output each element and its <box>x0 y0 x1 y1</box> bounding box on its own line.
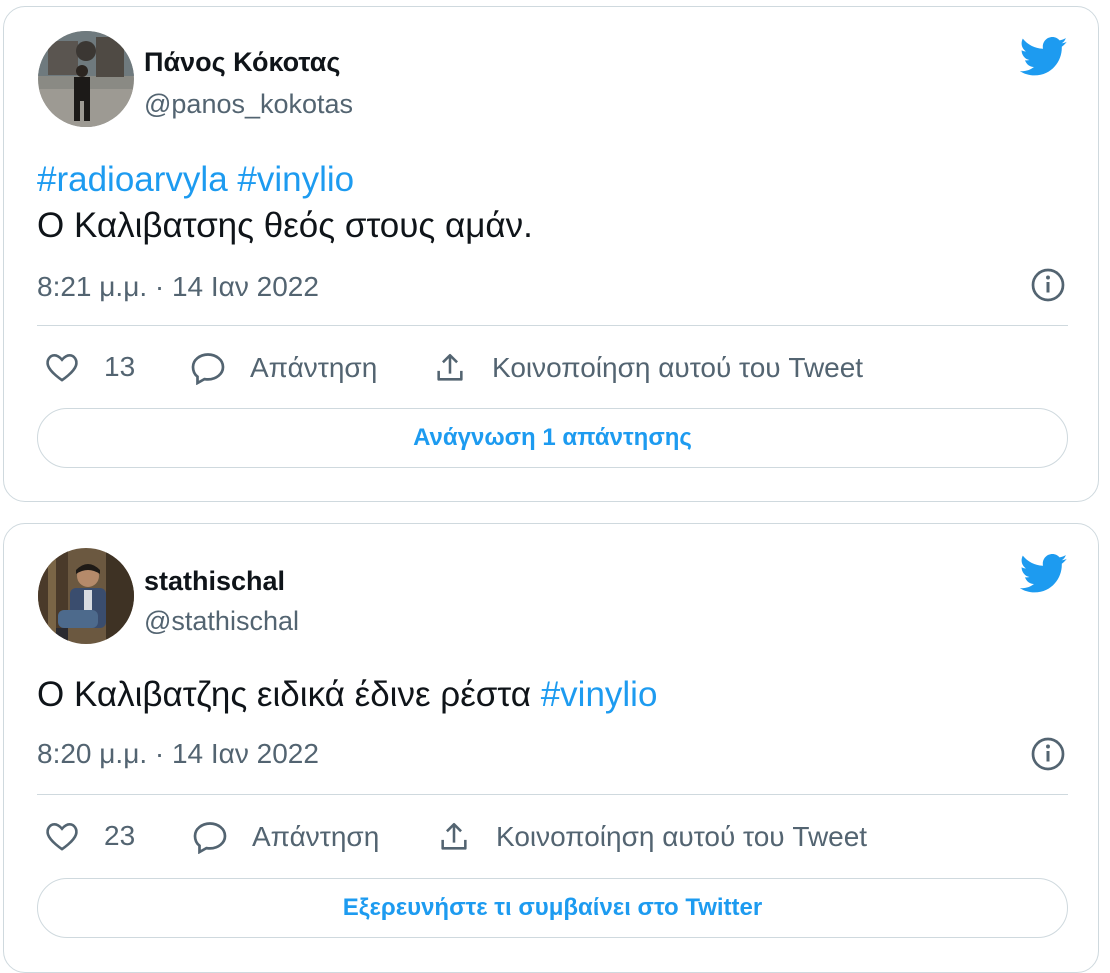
reply-button[interactable]: Απάντηση <box>190 351 377 385</box>
like-button[interactable]: 23 <box>44 820 135 852</box>
reply-button[interactable]: Απάντηση <box>192 820 379 854</box>
share-button[interactable]: Κοινοποίηση αυτού του Tweet <box>436 820 867 854</box>
like-button[interactable]: 13 <box>44 351 135 383</box>
author-name[interactable]: stathischal <box>144 566 285 597</box>
tweet-text: #radioarvyla #vinylio Ο Καλιβατσης θεός … <box>37 157 533 249</box>
tweet-card: stathischal @stathischal Ο Καλιβατζης ει… <box>3 523 1099 973</box>
reply-icon <box>193 822 227 854</box>
divider <box>37 325 1068 326</box>
heart-icon <box>46 823 78 851</box>
read-replies-button[interactable]: Ανάγνωση 1 απάντησης <box>37 408 1068 468</box>
like-count: 23 <box>104 820 136 851</box>
share-icon <box>437 353 463 381</box>
avatar[interactable] <box>38 548 134 644</box>
hashtag-link[interactable]: #vinylio <box>541 675 658 714</box>
hashtag-link[interactable]: #radioarvyla #vinylio <box>37 157 533 203</box>
divider <box>37 794 1068 795</box>
share-button[interactable]: Κοινοποίηση αυτού του Tweet <box>432 351 863 385</box>
info-icon[interactable] <box>1030 736 1066 772</box>
avatar[interactable] <box>38 31 134 127</box>
timestamp[interactable]: 8:21 μ.μ. · 14 Ιαν 2022 <box>37 271 319 303</box>
share-icon <box>441 822 467 850</box>
reply-icon <box>191 353 225 385</box>
explore-twitter-button[interactable]: Εξερευνήστε τι συμβαίνει στο Twitter <box>37 878 1068 938</box>
heart-icon <box>46 354 78 382</box>
like-count: 13 <box>104 351 136 382</box>
twitter-bird-icon[interactable] <box>1020 37 1068 77</box>
author-name[interactable]: Πάνος Κόκοτας <box>144 47 340 78</box>
info-icon[interactable] <box>1030 267 1066 303</box>
share-label: Κοινοποίηση αυτού του Tweet <box>492 352 864 383</box>
timestamp[interactable]: 8:20 μ.μ. · 14 Ιαν 2022 <box>37 738 319 770</box>
tweet-body: Ο Καλιβατζης ειδικά έδινε ρέστα <box>37 675 541 714</box>
tweet-body: Ο Καλιβατσης θεός στους αμάν. <box>37 206 533 245</box>
author-handle[interactable]: @stathischal <box>144 606 299 637</box>
reply-label: Απάντηση <box>250 352 378 383</box>
twitter-bird-icon[interactable] <box>1020 554 1068 594</box>
reply-label: Απάντηση <box>252 821 380 852</box>
share-label: Κοινοποίηση αυτού του Tweet <box>496 821 868 852</box>
author-handle[interactable]: @panos_kokotas <box>144 89 353 120</box>
tweet-text: Ο Καλιβατζης ειδικά έδινε ρέστα #vinylio <box>37 672 657 718</box>
tweet-card: Πάνος Κόκοτας @panos_kokotas #radioarvyl… <box>3 6 1099 502</box>
